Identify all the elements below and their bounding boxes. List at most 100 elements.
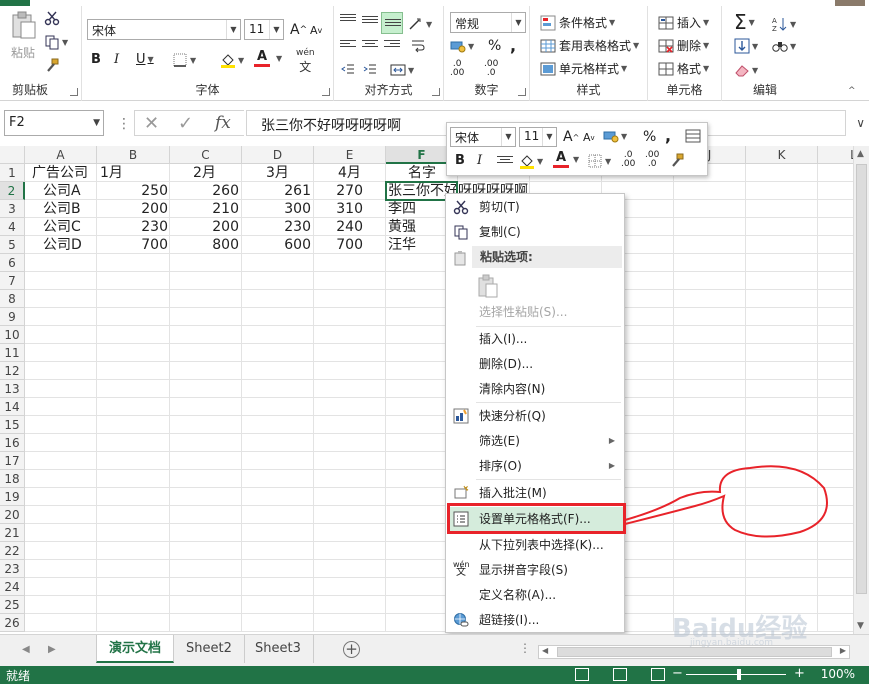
cell-a1[interactable]: 广告公司: [32, 164, 88, 182]
paste-button[interactable]: 粘贴: [6, 10, 40, 61]
cell-f1[interactable]: 名字: [408, 164, 436, 182]
menu-item-copy[interactable]: 复制(C): [447, 220, 623, 244]
cell-e3[interactable]: 310: [314, 200, 366, 218]
row-header-8[interactable]: 8: [0, 290, 25, 308]
phonetic-button[interactable]: wén 文: [296, 48, 315, 75]
row-header-21[interactable]: 21: [0, 524, 25, 542]
cell-c4[interactable]: 200: [170, 218, 242, 236]
grow-font-button[interactable]: A ^: [290, 22, 307, 38]
vertical-scrollbar[interactable]: ▲ ▼: [853, 146, 869, 634]
name-box[interactable]: F2 ▼: [4, 110, 104, 136]
mini-grow-font-button[interactable]: A ^: [563, 129, 579, 145]
underline-button[interactable]: U ▼: [136, 52, 154, 67]
worksheet-grid[interactable]: ABCDEFGHIJKL 123456789101112131415161718…: [0, 146, 853, 634]
cell-e1[interactable]: 4月: [338, 164, 361, 182]
row-header-11[interactable]: 11: [0, 344, 25, 362]
bold-button[interactable]: B: [91, 52, 101, 67]
cell-d5[interactable]: 600: [242, 236, 314, 254]
cell-f4[interactable]: 黄强: [388, 218, 416, 236]
cell-c1[interactable]: 2月: [193, 164, 216, 182]
font-color-button[interactable]: A: [254, 50, 270, 67]
page-layout-view-icon[interactable]: [613, 668, 627, 681]
vertical-dots-icon[interactable]: ⋮: [519, 641, 531, 655]
italic-button[interactable]: I: [114, 52, 119, 67]
cell-c5[interactable]: 800: [170, 236, 242, 254]
cell-styles-button[interactable]: 单元格样式 ▼: [540, 60, 627, 77]
shrink-font-button[interactable]: Av: [310, 24, 322, 37]
mini-font-color-button[interactable]: A: [553, 151, 569, 168]
align-top-icon[interactable]: [340, 14, 356, 28]
clear-button[interactable]: ▼: [734, 62, 758, 78]
row-header-1[interactable]: 1: [0, 164, 25, 182]
sort-filter-button[interactable]: A Z ▼: [772, 16, 796, 32]
wrap-text-button[interactable]: [410, 38, 426, 54]
row-header-25[interactable]: 25: [0, 596, 25, 614]
mini-table-button[interactable]: [685, 128, 701, 144]
expand-formula-icon[interactable]: ∨: [856, 116, 865, 130]
fill-color-button[interactable]: ▼: [220, 52, 244, 68]
cancel-icon[interactable]: ✕: [144, 113, 159, 134]
row-header-23[interactable]: 23: [0, 560, 25, 578]
clipboard-launcher[interactable]: [70, 88, 78, 96]
cell-f5[interactable]: 汪华: [388, 236, 416, 254]
scroll-left-icon[interactable]: ◀: [542, 646, 548, 655]
cell-d2[interactable]: 261: [242, 182, 314, 200]
horizontal-scroll-thumb[interactable]: [557, 647, 832, 657]
add-sheet-button[interactable]: +: [343, 641, 360, 658]
row-header-15[interactable]: 15: [0, 416, 25, 434]
menu-item-hyperlink[interactable]: 超链接(I)...: [447, 608, 623, 632]
increase-indent-button[interactable]: [362, 62, 378, 78]
column-header-k[interactable]: K: [746, 146, 818, 164]
mini-decrease-decimal-button[interactable]: .00.0: [645, 151, 659, 169]
cell-d4[interactable]: 230: [242, 218, 314, 236]
align-center-icon[interactable]: [362, 40, 378, 54]
sheet-tab-2[interactable]: Sheet2: [174, 635, 245, 663]
zoom-out-icon[interactable]: −: [672, 666, 683, 681]
chevron-down-icon[interactable]: ▼: [501, 128, 515, 146]
number-launcher[interactable]: [518, 88, 526, 96]
select-all-corner[interactable]: [0, 146, 25, 164]
mini-borders-button[interactable]: ▼: [587, 153, 611, 169]
percent-button[interactable]: %: [488, 38, 501, 54]
row-header-26[interactable]: 26: [0, 614, 25, 632]
row-header-2[interactable]: 2: [0, 182, 25, 200]
format-as-table-button[interactable]: 套用表格格式 ▼: [540, 37, 639, 54]
sheet-tab-1[interactable]: 演示文档: [96, 635, 175, 663]
increase-decimal-button[interactable]: .0.00: [450, 60, 464, 78]
row-header-12[interactable]: 12: [0, 362, 25, 380]
cell-d3[interactable]: 300: [242, 200, 314, 218]
chevron-down-icon[interactable]: ▼: [93, 118, 100, 128]
cell-a4[interactable]: 公司C: [43, 218, 81, 236]
collapse-ribbon-icon[interactable]: ^: [848, 86, 856, 96]
cell-c2[interactable]: 260: [170, 182, 242, 200]
mini-font-combo[interactable]: 宋体 ▼: [450, 127, 516, 147]
scroll-right-icon[interactable]: ▶: [840, 646, 846, 655]
mini-comma-button[interactable]: ,: [665, 126, 671, 145]
row-header-17[interactable]: 17: [0, 452, 25, 470]
zoom-slider-track[interactable]: [686, 674, 786, 675]
insert-cells-button[interactable]: 插入 ▼: [658, 14, 709, 31]
account-avatar[interactable]: [835, 0, 865, 6]
menu-item-paste-special[interactable]: 选择性粘贴(S)...: [447, 300, 623, 324]
font-launcher[interactable]: [322, 88, 330, 96]
menu-item-insert-comment[interactable]: 插入批注(M): [447, 481, 623, 505]
chevron-down-icon[interactable]: ▼: [542, 128, 556, 146]
scroll-tabs-right-icon[interactable]: ▶: [48, 644, 56, 655]
menu-item-sort[interactable]: 排序(O) ▶: [447, 454, 623, 478]
row-header-18[interactable]: 18: [0, 470, 25, 488]
row-header-19[interactable]: 19: [0, 488, 25, 506]
menu-item-define-name[interactable]: 定义名称(A)...: [447, 583, 623, 607]
insert-function-button[interactable]: fx: [215, 113, 231, 133]
align-bottom-button[interactable]: [381, 12, 403, 34]
column-header-a[interactable]: A: [25, 146, 97, 164]
fill-button[interactable]: ▼: [734, 38, 758, 54]
row-header-14[interactable]: 14: [0, 398, 25, 416]
row-header-3[interactable]: 3: [0, 200, 25, 218]
row-header-20[interactable]: 20: [0, 506, 25, 524]
column-header-l[interactable]: L: [818, 146, 853, 164]
alignment-launcher[interactable]: [432, 88, 440, 96]
font-size-combo[interactable]: 11 ▼: [244, 19, 284, 40]
row-header-10[interactable]: 10: [0, 326, 25, 344]
menu-item-pick-from-list[interactable]: 从下拉列表中选择(K)...: [447, 533, 623, 557]
chevron-down-icon[interactable]: ▼: [274, 54, 282, 63]
